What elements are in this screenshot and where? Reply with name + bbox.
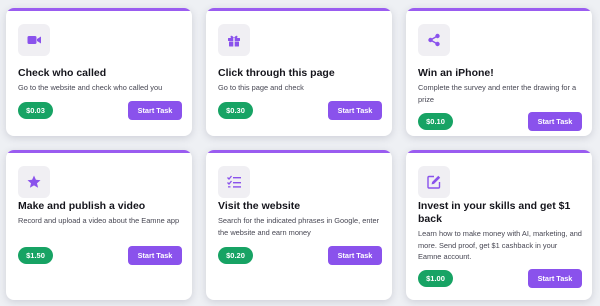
task-description: Go to this page and check <box>218 83 304 92</box>
card-accent-bar <box>406 8 592 11</box>
start-task-button[interactable]: Start Task <box>328 101 382 120</box>
task-card: Visit the website Search for the indicat… <box>206 150 392 300</box>
share-icon <box>418 24 450 56</box>
task-title: Make and publish a video <box>18 200 146 212</box>
card-accent-bar <box>6 150 192 153</box>
start-task-button[interactable]: Start Task <box>328 246 382 265</box>
task-reward-badge: $0.10 <box>418 113 453 130</box>
start-task-button[interactable]: Start Task <box>128 246 182 265</box>
task-title: Win an iPhone! <box>418 67 494 79</box>
video-camera-icon <box>18 24 50 56</box>
star-icon <box>18 166 50 198</box>
task-card: Check who called Go to the website and c… <box>6 8 192 136</box>
task-description: Record and upload a video about the Eamn… <box>18 216 180 225</box>
task-description: Search for the indicated phrases in Goog… <box>218 216 380 237</box>
task-reward-badge: $0.03 <box>18 102 53 119</box>
task-reward-badge: $1.50 <box>18 247 53 264</box>
task-card: Click through this page Go to this page … <box>206 8 392 136</box>
card-accent-bar <box>206 150 392 153</box>
card-accent-bar <box>6 8 192 11</box>
start-task-button[interactable]: Start Task <box>128 101 182 120</box>
checklist-icon <box>218 166 250 198</box>
task-description: Go to the website and check who called y… <box>18 83 163 92</box>
start-task-button[interactable]: Start Task <box>528 269 582 288</box>
task-title: Invest in your skills and get $1 back <box>418 200 571 225</box>
task-title: Click through this page <box>218 67 335 79</box>
task-title: Check who called <box>18 67 107 79</box>
gift-icon <box>218 24 250 56</box>
card-accent-bar <box>406 150 592 153</box>
task-reward-badge: $1.00 <box>418 270 453 287</box>
task-title: Visit the website <box>218 200 301 212</box>
task-card: Make and publish a video Record and uplo… <box>6 150 192 300</box>
task-card: Invest in your skills and get $1 back Le… <box>406 150 592 300</box>
task-reward-badge: $0.20 <box>218 247 253 264</box>
task-description: Learn how to make money with AI, marketi… <box>418 229 582 261</box>
start-task-button[interactable]: Start Task <box>528 112 582 131</box>
task-card: Win an iPhone! Complete the survey and e… <box>406 8 592 136</box>
task-reward-badge: $0.30 <box>218 102 253 119</box>
task-description: Complete the survey and enter the drawin… <box>418 83 577 104</box>
edit-icon <box>418 166 450 198</box>
card-accent-bar <box>206 8 392 11</box>
